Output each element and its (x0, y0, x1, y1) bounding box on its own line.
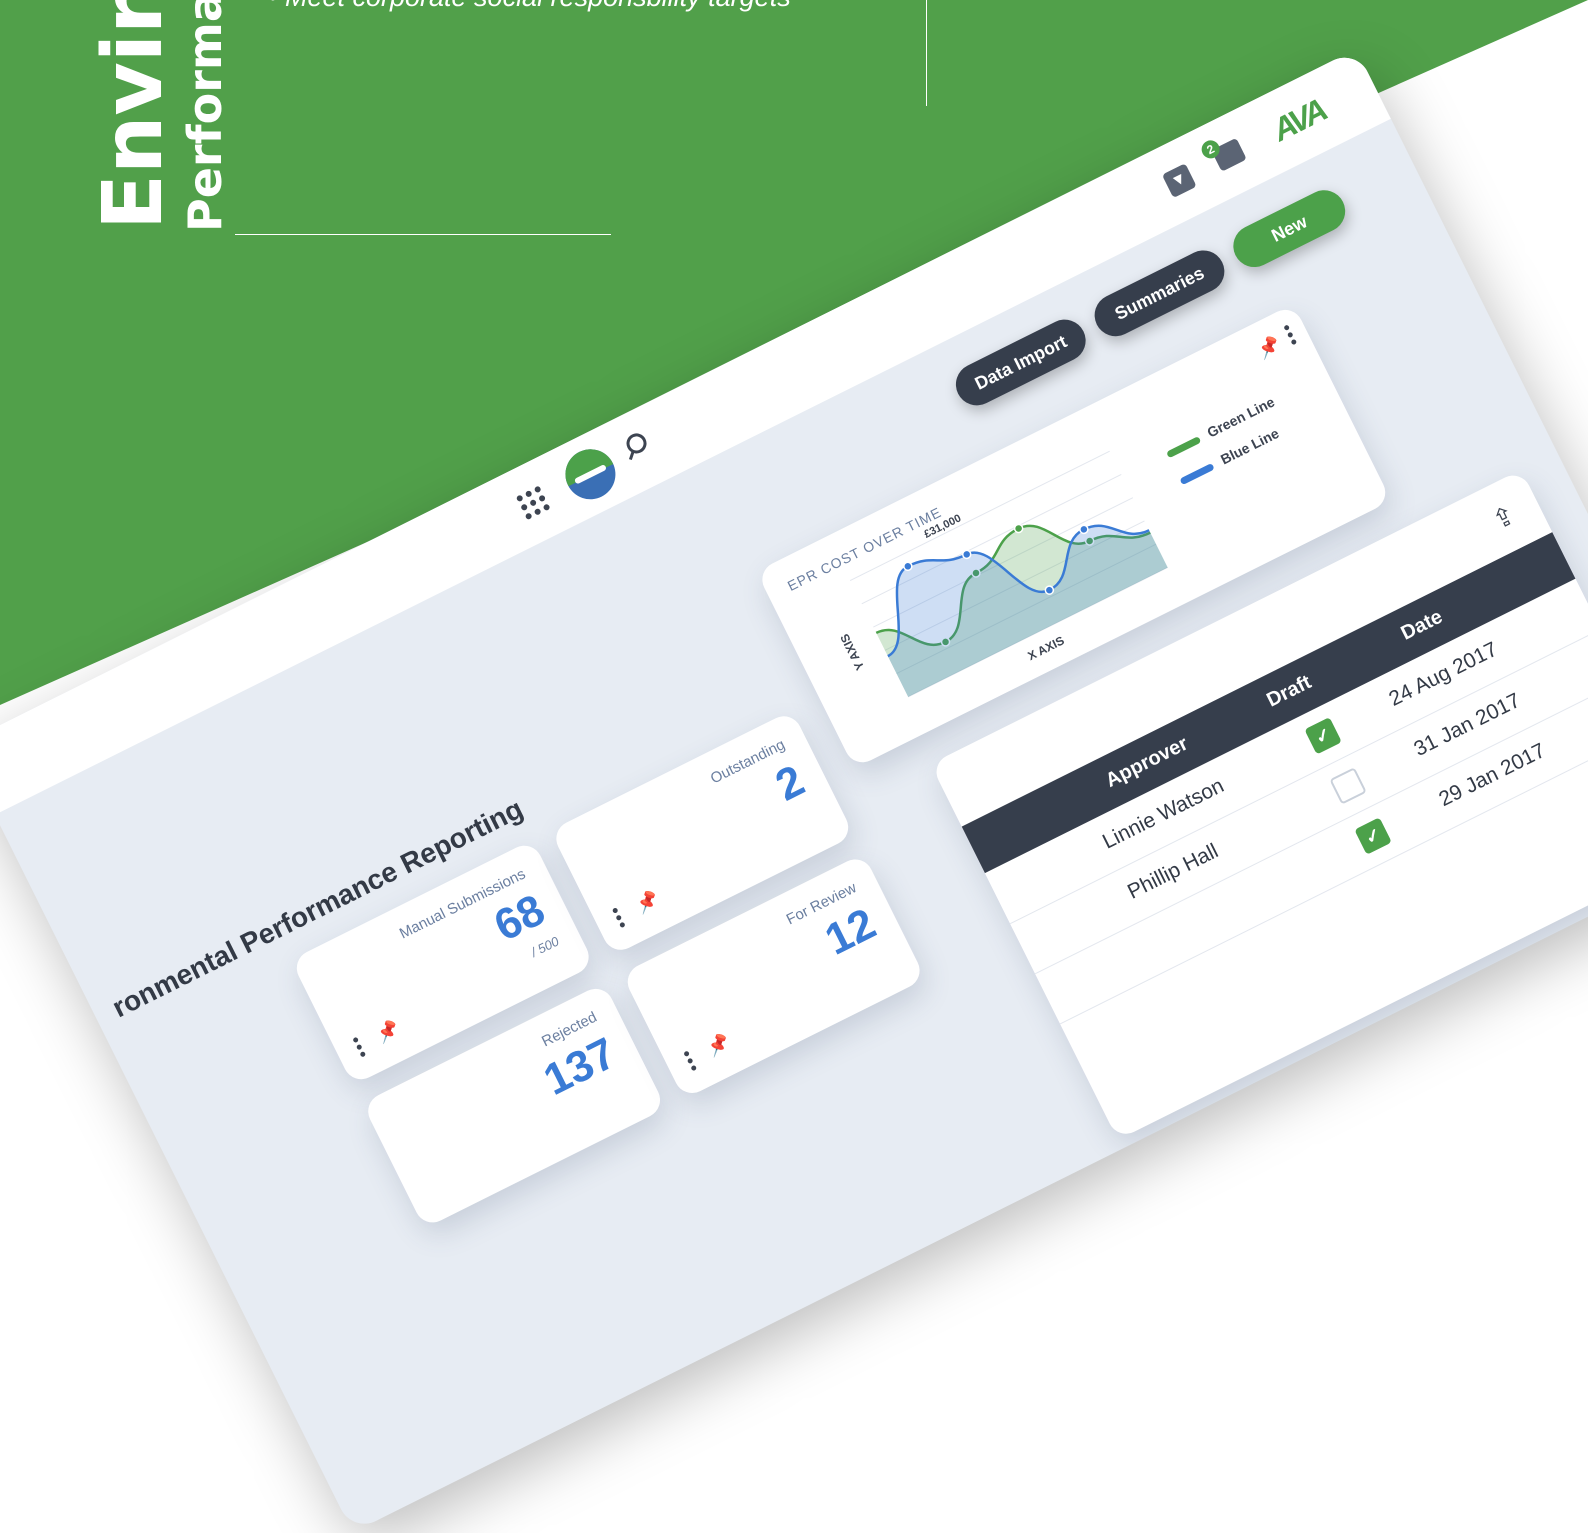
filter-icon[interactable]: ▼ (1161, 163, 1197, 199)
apps-grid-icon[interactable] (515, 485, 551, 521)
new-button[interactable]: New (1226, 183, 1353, 275)
more-menu-icon[interactable] (611, 907, 626, 929)
more-menu-icon[interactable] (1283, 324, 1298, 346)
pin-icon[interactable]: 📌 (1254, 333, 1283, 362)
draft-checkbox[interactable]: ✓ (1304, 717, 1342, 755)
bullet-item: • Meet corporate social responsbility ta… (268, 0, 791, 20)
hero-title: Enviro (86, 0, 181, 230)
share-icon[interactable]: ⇪ (1487, 499, 1520, 536)
stat-value: 2 (768, 755, 812, 811)
draft-checkbox[interactable] (1329, 767, 1367, 805)
legend-swatch (1179, 462, 1215, 486)
draft-checkbox[interactable]: ✓ (1354, 817, 1392, 855)
more-menu-icon[interactable] (683, 1050, 698, 1072)
brand-logo: AVA (1266, 91, 1331, 149)
column-header-date[interactable]: Date (1397, 606, 1446, 646)
company-logo[interactable] (556, 440, 624, 508)
hero-bullets: • Meet corporate social responsbility ta… (268, 0, 791, 20)
pin-icon[interactable]: 📌 (704, 1031, 733, 1060)
search-icon[interactable] (623, 430, 650, 457)
x-axis-label: X AXIS (1025, 633, 1066, 663)
legend-swatch (1165, 435, 1202, 459)
pin-icon[interactable]: 📌 (633, 888, 662, 917)
divider (235, 234, 611, 235)
pin-icon[interactable]: 📌 (373, 1017, 402, 1046)
y-axis-label: Y AXIS (837, 632, 867, 673)
series-area (887, 525, 1168, 697)
more-menu-icon[interactable] (352, 1036, 367, 1059)
column-header-draft[interactable]: Draft (1263, 671, 1315, 712)
divider (926, 0, 927, 106)
hero-subtitle: Performa (178, 0, 232, 232)
